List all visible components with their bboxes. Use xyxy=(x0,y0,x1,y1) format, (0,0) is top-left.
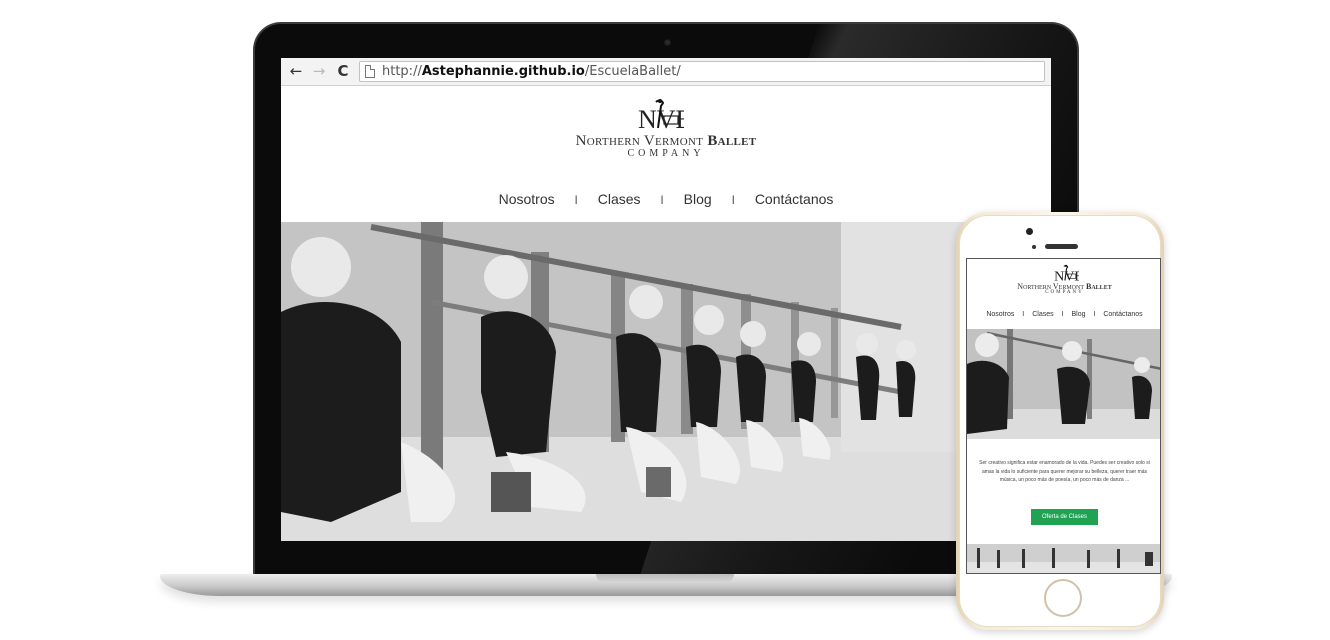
menu-item-blog[interactable]: Blog xyxy=(684,191,712,207)
hero-illustration-mobile xyxy=(967,329,1160,439)
menu-item-contactanos-mobile[interactable]: Contáctanos xyxy=(1103,311,1142,318)
menu-separator: I xyxy=(1061,311,1064,318)
menu-item-nosotros-mobile[interactable]: Nosotros xyxy=(986,311,1014,318)
intro-paragraph-mobile: Ser creativo significa estar enamorado d… xyxy=(979,460,1150,483)
menu-item-clases[interactable]: Clases xyxy=(598,191,641,207)
laptop-camera xyxy=(665,40,670,45)
studio-illustration-mobile xyxy=(967,544,1160,573)
hero-image xyxy=(281,222,1051,541)
menu-item-contactanos[interactable]: Contáctanos xyxy=(755,191,834,207)
back-icon[interactable]: ← xyxy=(287,62,305,80)
class-offer-button[interactable]: Oferta de Clases xyxy=(1031,509,1098,525)
menu-separator: I xyxy=(731,193,735,207)
url-path: /EscuelaBallet/ xyxy=(584,64,681,79)
phone-face: NVB Northern Vermont Ballet COMPANY Noso… xyxy=(959,215,1161,627)
page-icon xyxy=(365,65,375,78)
main-menu: Nosotros I Clases I Blog I Contáctanos xyxy=(281,191,1051,207)
site-header: NVB Northern Vermont Ballet COMPANY Noso… xyxy=(281,86,1051,222)
menu-separator: I xyxy=(1022,311,1025,318)
brand-line2: COMPANY xyxy=(627,148,705,159)
phone-screen: NVB Northern Vermont Ballet COMPANY Noso… xyxy=(966,258,1161,574)
menu-item-nosotros[interactable]: Nosotros xyxy=(499,191,555,207)
studio-image-strip-mobile xyxy=(967,544,1160,573)
brand-name-mobile: Northern Vermont Ballet COMPANY xyxy=(967,282,1160,295)
forward-icon[interactable]: → xyxy=(310,62,328,80)
browser-toolbar: ← → C http://Astephannie.github.io/Escue… xyxy=(281,58,1051,86)
phone-body: NVB Northern Vermont Ballet COMPANY Noso… xyxy=(956,212,1164,630)
brand-name: Northern Vermont Ballet COMPANY xyxy=(281,133,1051,159)
nvb-logo-mobile[interactable]: NVB xyxy=(1053,264,1079,284)
nvb-logo[interactable]: NVB xyxy=(636,98,684,134)
menu-item-clases-mobile[interactable]: Clases xyxy=(1032,311,1053,318)
hero-image-mobile xyxy=(967,329,1160,439)
laptop-screen: ← → C http://Astephannie.github.io/Escue… xyxy=(281,58,1051,541)
menu-separator: I xyxy=(660,193,664,207)
url-host: Astephannie.github.io xyxy=(421,64,585,79)
menu-separator: I xyxy=(574,193,578,207)
main-menu-mobile: Nosotros I Clases I Blog I Contáctanos xyxy=(967,311,1160,318)
phone-camera xyxy=(1026,228,1033,235)
url-scheme: http:// xyxy=(382,64,422,79)
home-button[interactable] xyxy=(1044,579,1082,617)
brand-line2-mobile: COMPANY xyxy=(1045,290,1084,295)
menu-item-blog-mobile[interactable]: Blog xyxy=(1071,311,1085,318)
phone-sensor xyxy=(1032,245,1036,249)
phone-speaker xyxy=(1045,244,1078,249)
hero-illustration xyxy=(281,222,1051,541)
menu-separator: I xyxy=(1093,311,1096,318)
address-bar[interactable]: http://Astephannie.github.io/EscuelaBall… xyxy=(359,61,1045,82)
reload-icon[interactable]: C xyxy=(334,62,352,80)
laptop-notch xyxy=(596,574,734,583)
